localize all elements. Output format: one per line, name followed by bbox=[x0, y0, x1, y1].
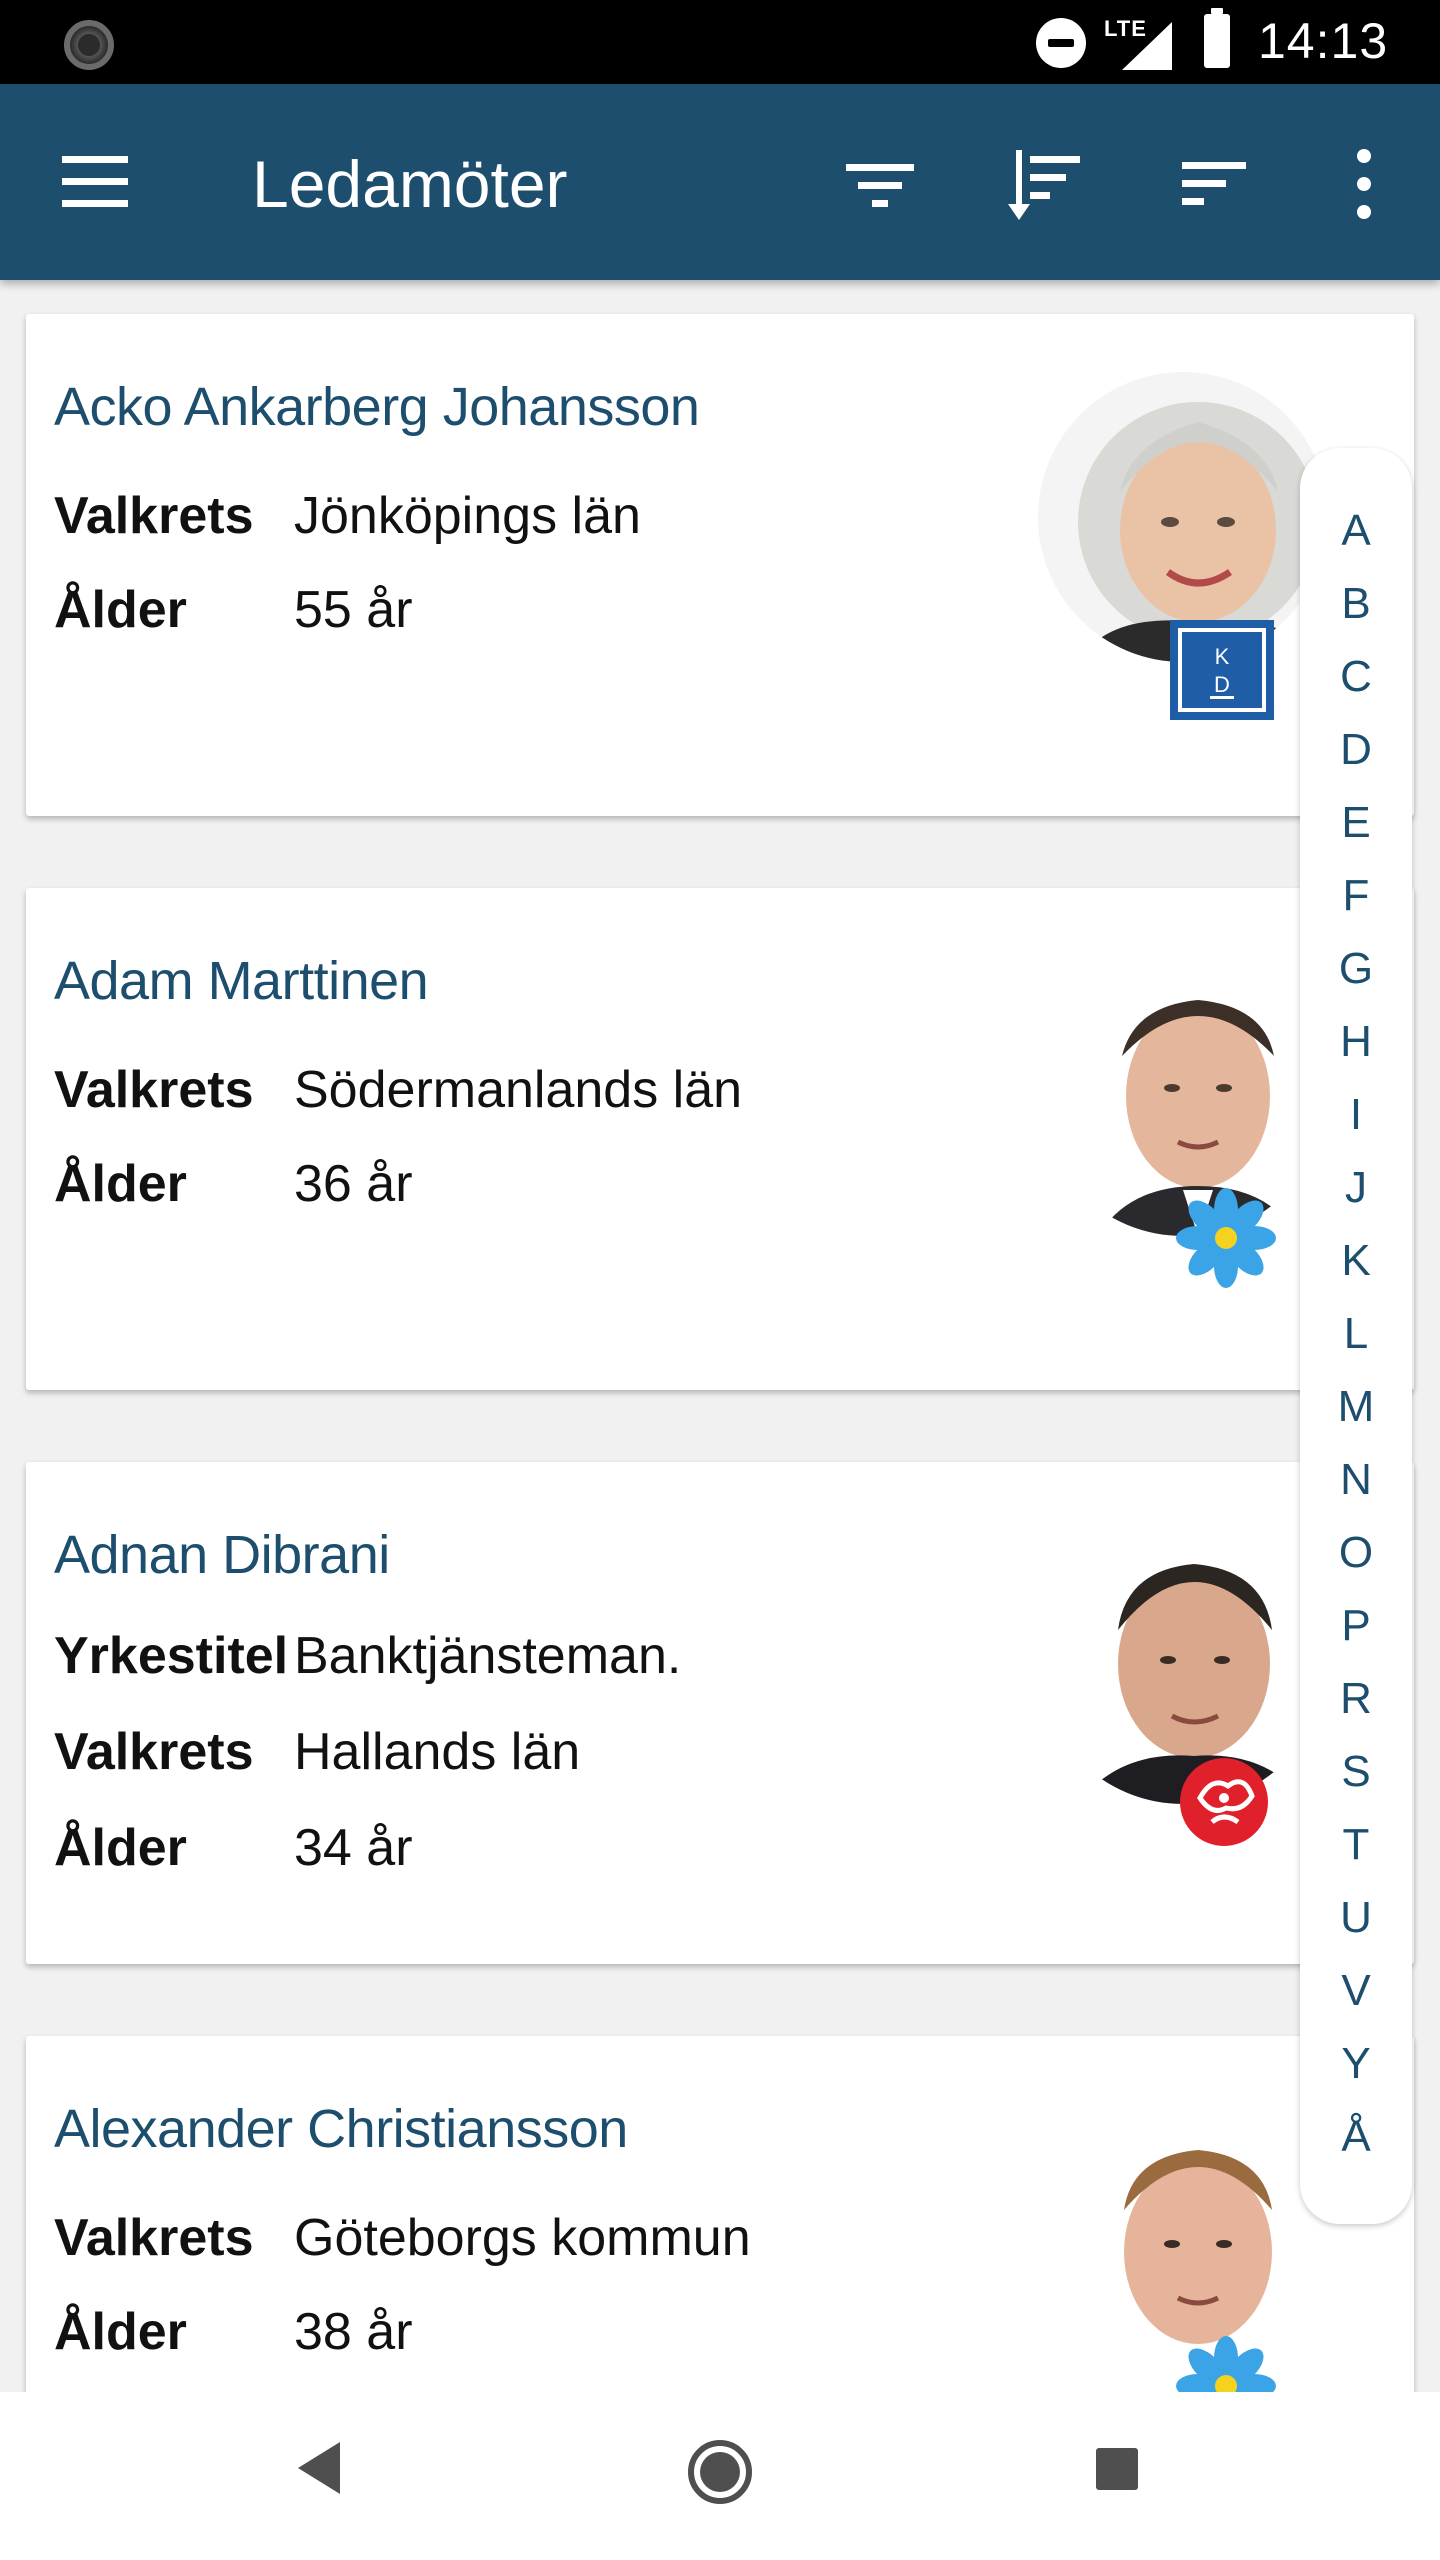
field-label: Valkrets bbox=[54, 487, 254, 545]
index-letter[interactable]: L bbox=[1300, 1309, 1412, 1359]
field-label: Valkrets bbox=[54, 1061, 254, 1119]
member-card[interactable]: Alexander Christiansson Valkrets Göteborg… bbox=[26, 2036, 1414, 2392]
member-card[interactable]: Adnan Dibrani Yrkestitel Banktjänsteman. … bbox=[26, 1462, 1414, 1964]
field-row: Valkrets Södermanlands län bbox=[54, 1060, 742, 1130]
sort-icon[interactable] bbox=[1176, 144, 1256, 224]
sort-descending-icon[interactable] bbox=[1006, 144, 1086, 224]
do-not-disturb-icon bbox=[1036, 18, 1086, 68]
field-value: Hallands län bbox=[294, 1723, 581, 1781]
index-letter[interactable]: K bbox=[1300, 1236, 1412, 1286]
index-letter[interactable]: S bbox=[1300, 1747, 1412, 1797]
clock: 14:13 bbox=[1258, 13, 1389, 69]
index-letter[interactable]: M bbox=[1300, 1382, 1412, 1432]
field-row: Ålder 34 år bbox=[54, 1818, 413, 1888]
index-letter[interactable]: P bbox=[1300, 1601, 1412, 1651]
recents-icon[interactable] bbox=[1096, 2448, 1138, 2490]
back-icon[interactable] bbox=[298, 2442, 342, 2494]
field-value: 36 år bbox=[294, 1155, 413, 1213]
field-value: 38 år bbox=[294, 2303, 413, 2361]
field-label: Ålder bbox=[54, 1819, 187, 1877]
home-icon[interactable] bbox=[688, 2440, 752, 2504]
index-letter[interactable]: U bbox=[1300, 1893, 1412, 1943]
index-letter[interactable]: O bbox=[1300, 1528, 1412, 1578]
avatar bbox=[1038, 372, 1328, 662]
index-letter[interactable]: T bbox=[1300, 1820, 1412, 1870]
index-letter[interactable]: D bbox=[1300, 725, 1412, 775]
status-bar: LTE 14:13 bbox=[0, 0, 1440, 84]
member-card[interactable]: Acko Ankarberg Johansson Valkrets Jönköpi… bbox=[26, 314, 1414, 816]
menu-icon[interactable] bbox=[62, 156, 130, 208]
field-label: Valkrets bbox=[54, 1723, 254, 1781]
navigation-bar bbox=[0, 2392, 1440, 2560]
field-value: Banktjänsteman. bbox=[294, 1627, 682, 1685]
app-bar: Ledamöter bbox=[0, 84, 1440, 280]
index-letter[interactable]: A bbox=[1300, 506, 1412, 556]
index-letter[interactable]: H bbox=[1300, 1017, 1412, 1067]
index-letter[interactable]: I bbox=[1300, 1090, 1412, 1140]
more-options-icon[interactable] bbox=[1324, 144, 1404, 224]
field-value: 34 år bbox=[294, 1819, 413, 1877]
member-name: Adam Marttinen bbox=[54, 951, 429, 1011]
index-letter[interactable]: Y bbox=[1300, 2039, 1412, 2089]
field-row: Ålder 38 år bbox=[54, 2302, 413, 2372]
field-row: Valkrets Hallands län bbox=[54, 1722, 580, 1792]
index-letter[interactable]: B bbox=[1300, 579, 1412, 629]
member-card[interactable]: Adam Marttinen Valkrets Södermanlands län… bbox=[26, 888, 1414, 1390]
field-label: Yrkestitel bbox=[54, 1627, 289, 1685]
index-letter[interactable]: G bbox=[1300, 944, 1412, 994]
page-title: Ledamöter bbox=[252, 147, 568, 221]
kd-badge-bottom: D bbox=[1214, 672, 1230, 697]
index-letter[interactable]: V bbox=[1300, 1966, 1412, 2016]
field-row: Valkrets Jönköpings län bbox=[54, 486, 641, 556]
index-letter[interactable]: E bbox=[1300, 798, 1412, 848]
field-row: Yrkestitel Banktjänsteman. bbox=[54, 1626, 681, 1696]
alphabet-index[interactable]: ABCDEFGHIJKLMNOPRSTUVYÅ bbox=[1300, 448, 1412, 2224]
field-row: Valkrets Göteborgs kommun bbox=[54, 2208, 751, 2278]
field-value: Göteborgs kommun bbox=[294, 2209, 751, 2267]
index-letter[interactable]: Å bbox=[1300, 2112, 1412, 2162]
index-letter[interactable]: F bbox=[1300, 871, 1412, 921]
index-letter[interactable]: C bbox=[1300, 652, 1412, 702]
index-letter[interactable]: R bbox=[1300, 1674, 1412, 1724]
member-list[interactable]: Acko Ankarberg Johansson Valkrets Jönköpi… bbox=[0, 280, 1440, 2392]
field-row: Ålder 36 år bbox=[54, 1154, 413, 1224]
sd-flower-icon bbox=[1176, 2336, 1276, 2392]
index-letter[interactable]: N bbox=[1300, 1455, 1412, 1505]
member-name: Alexander Christiansson bbox=[54, 2099, 628, 2159]
notification-icon bbox=[64, 20, 114, 70]
battery-icon bbox=[1204, 8, 1230, 68]
field-value: 55 år bbox=[294, 581, 413, 639]
member-name: Adnan Dibrani bbox=[54, 1525, 390, 1585]
kd-party-icon: K D bbox=[1170, 620, 1274, 720]
filter-icon[interactable] bbox=[840, 144, 920, 224]
field-label: Valkrets bbox=[54, 2209, 254, 2267]
member-name: Acko Ankarberg Johansson bbox=[54, 377, 700, 437]
field-label: Ålder bbox=[54, 1155, 187, 1213]
field-label: Ålder bbox=[54, 2303, 187, 2361]
index-letter[interactable]: J bbox=[1300, 1163, 1412, 1213]
kd-badge-top: K bbox=[1215, 644, 1230, 669]
field-row: Ålder 55 år bbox=[54, 580, 413, 650]
field-value: Södermanlands län bbox=[294, 1061, 743, 1119]
signal-icon bbox=[1122, 22, 1172, 70]
field-value: Jönköpings län bbox=[294, 487, 641, 545]
field-label: Ålder bbox=[54, 581, 187, 639]
sd-flower-icon bbox=[1176, 1188, 1276, 1288]
s-rose-icon bbox=[1180, 1758, 1268, 1846]
